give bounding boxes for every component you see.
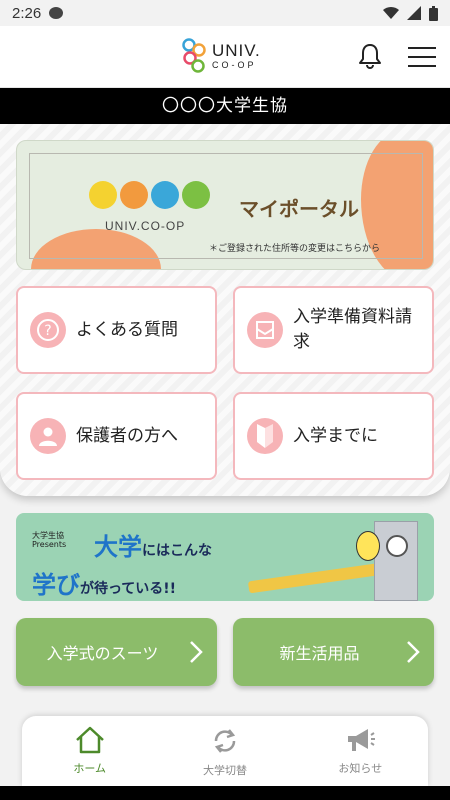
bell-icon[interactable] bbox=[358, 43, 382, 69]
my-portal-label: マイポータル bbox=[239, 197, 359, 221]
notification-icon bbox=[49, 7, 64, 19]
university-title: 〇〇〇大学生協 bbox=[0, 88, 450, 124]
wifi-icon bbox=[383, 6, 399, 20]
chevron-right-icon bbox=[407, 641, 420, 663]
banner-presents: 大学生協 Presents bbox=[32, 531, 67, 550]
tile-label: 入学準備資料請求 bbox=[293, 307, 412, 352]
question-icon: ? bbox=[30, 312, 66, 348]
univ-coop-logo[interactable]: UNIV. CO-OP bbox=[182, 38, 261, 74]
banner-headline-1: 大学にはこんな bbox=[94, 533, 212, 561]
home-panel: UNIV.CO-OP マイポータル ＊ご登録された住所等の変更はこちらから ? … bbox=[0, 124, 450, 496]
nav-notifications[interactable]: お知らせ bbox=[293, 716, 428, 786]
tile-label: 入学までに bbox=[293, 425, 378, 446]
signal-icon bbox=[407, 6, 421, 20]
gesture-bar bbox=[0, 786, 450, 800]
bottom-navigation: ホーム 大学切替 お知らせ bbox=[22, 716, 428, 786]
clock-tower-illustration bbox=[374, 521, 418, 601]
document-icon bbox=[247, 312, 283, 348]
tile-before-enrollment[interactable]: 入学までに bbox=[233, 392, 434, 480]
coop-rings-icon bbox=[182, 38, 206, 73]
svg-text:?: ? bbox=[44, 323, 51, 339]
app-bar: UNIV. CO-OP bbox=[0, 26, 450, 88]
status-time: 2:26 bbox=[12, 4, 42, 22]
logo-sub-text: CO-OP bbox=[212, 60, 257, 70]
portal-logo-caption: UNIV.CO-OP bbox=[105, 219, 186, 233]
chevron-right-icon bbox=[190, 641, 203, 663]
home-icon bbox=[75, 726, 104, 754]
hamburger-menu-icon[interactable] bbox=[408, 46, 436, 68]
tile-materials-request[interactable]: 入学準備資料請求 bbox=[233, 286, 434, 374]
new-life-supplies-label: 新生活用品 bbox=[279, 644, 360, 663]
status-bar: 2:26 bbox=[0, 0, 450, 26]
learning-banner[interactable]: 大学生協 Presents 大学にはこんな 学びが待っている!! bbox=[16, 513, 434, 601]
coop-logo-icon bbox=[89, 181, 210, 209]
battery-icon bbox=[429, 5, 438, 21]
beginner-mark-icon bbox=[247, 418, 283, 454]
nav-home[interactable]: ホーム bbox=[22, 716, 157, 786]
person-icon bbox=[30, 418, 66, 454]
switch-icon bbox=[214, 729, 236, 753]
lightbulb-icon bbox=[356, 531, 380, 561]
megaphone-icon bbox=[348, 729, 376, 751]
clock-icon bbox=[386, 535, 408, 557]
tile-faq[interactable]: ? よくある質問 bbox=[16, 286, 217, 374]
tile-label: 保護者の方へ bbox=[76, 425, 178, 446]
banner-headline-2: 学びが待っている!! bbox=[32, 571, 177, 599]
entrance-suit-label: 入学式のスーツ bbox=[46, 644, 159, 663]
tile-label: よくある質問 bbox=[76, 319, 178, 340]
entrance-suit-button[interactable]: 入学式のスーツ bbox=[16, 618, 217, 686]
new-life-supplies-button[interactable]: 新生活用品 bbox=[233, 618, 434, 686]
nav-switch-university[interactable]: 大学切替 bbox=[157, 716, 292, 786]
logo-main-text: UNIV. bbox=[212, 41, 261, 60]
nav-home-label: ホーム bbox=[73, 762, 106, 775]
nav-notifications-label: お知らせ bbox=[338, 762, 383, 775]
status-icons bbox=[383, 5, 438, 21]
my-portal-card[interactable]: UNIV.CO-OP マイポータル ＊ご登録された住所等の変更はこちらから bbox=[16, 140, 434, 270]
nav-switch-label: 大学切替 bbox=[202, 764, 247, 777]
tile-for-parents[interactable]: 保護者の方へ bbox=[16, 392, 217, 480]
portal-note: ＊ご登録された住所等の変更はこちらから bbox=[209, 244, 381, 254]
